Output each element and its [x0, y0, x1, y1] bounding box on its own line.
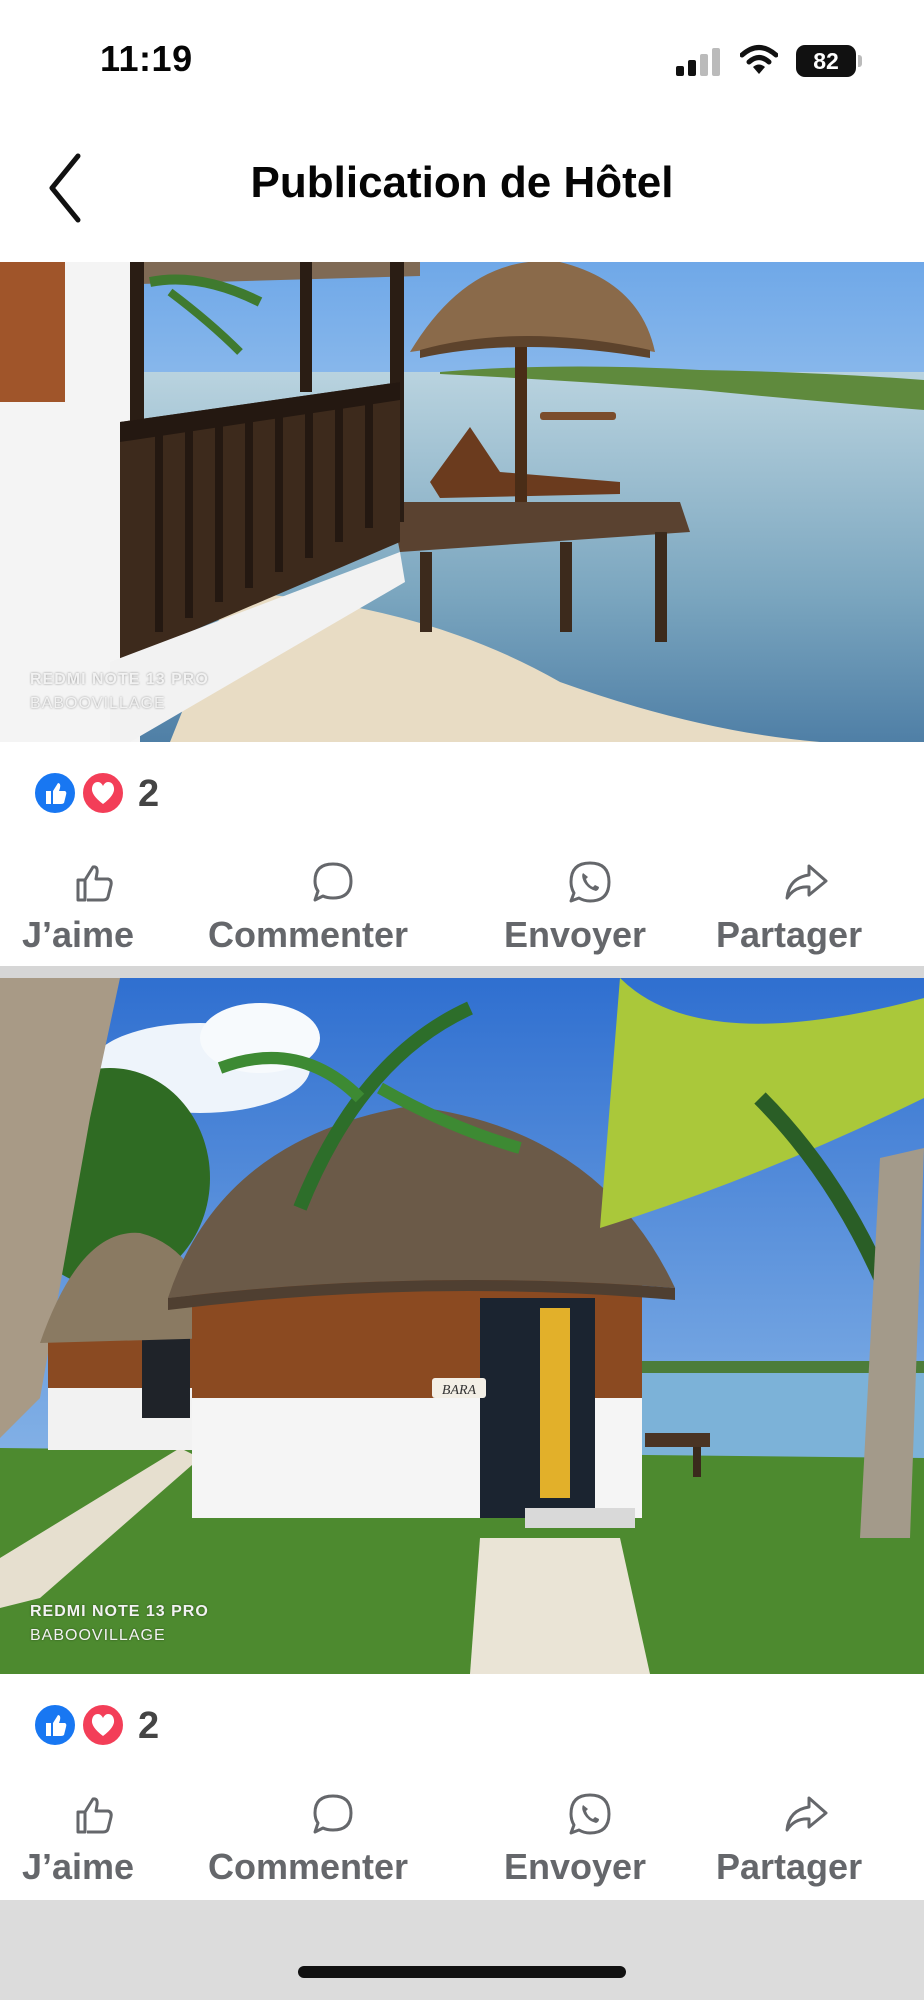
whatsapp-icon [569, 1793, 611, 1835]
send-button[interactable]: Envoyer [504, 1784, 684, 1894]
whatsapp-icon [569, 861, 611, 903]
share-label: Partager [716, 1846, 863, 1887]
home-indicator-area [0, 1900, 924, 2000]
page-title: Publication de Hôtel [250, 158, 674, 207]
comment-button[interactable]: Commenter [208, 1784, 458, 1894]
nav-header: Publication de Hôtel [0, 120, 924, 262]
post-actions: J’aime Commenter Envoyer Partager [0, 1784, 924, 1894]
heart-reaction-icon [80, 1702, 126, 1748]
comment-button[interactable]: Commenter [208, 852, 458, 962]
status-time: 11:19 [100, 38, 193, 79]
like-reaction-icon [32, 770, 78, 816]
send-button[interactable]: Envoyer [504, 852, 684, 962]
heart-reaction-icon [80, 770, 126, 816]
like-button[interactable]: J’aime [22, 1784, 172, 1894]
photo-watermark-owner: BABOOVILLAGE [30, 1627, 166, 1644]
thumbs-up-icon [76, 1797, 113, 1834]
speech-bubble-icon [313, 862, 353, 902]
share-arrow-icon [785, 1796, 828, 1832]
hut-name-sign: BARA [442, 1383, 477, 1398]
wifi-icon [740, 45, 778, 74]
home-indicator[interactable] [298, 1966, 626, 1978]
share-button[interactable]: Partager [716, 1784, 902, 1894]
post-actions: J’aime Commenter Envoyer Partager [0, 852, 924, 962]
post-card: REDMI NOTE 13 PRO BABOOVILLAGE 2 J’aime [0, 262, 924, 966]
like-label: J’aime [22, 914, 135, 955]
status-bar: 11:19 82 [0, 0, 924, 120]
photo-watermark-owner: BABOOVILLAGE [30, 695, 166, 712]
thumbs-up-icon [76, 865, 113, 902]
reaction-count: 2 [138, 1705, 160, 1747]
like-label: J’aime [22, 1846, 135, 1887]
post-photo[interactable]: BARA REDMI NOTE 13 PRO BABOOVILLAGE [0, 978, 924, 1674]
send-label: Envoyer [504, 914, 647, 955]
like-button[interactable]: J’aime [22, 852, 172, 962]
post-divider [0, 966, 924, 978]
send-label: Envoyer [504, 1846, 647, 1887]
speech-bubble-icon [313, 1794, 353, 1834]
share-button[interactable]: Partager [716, 852, 902, 962]
battery-level: 82 [813, 48, 839, 74]
photo-watermark-device: REDMI NOTE 13 PRO [30, 1603, 209, 1620]
share-label: Partager [716, 914, 863, 955]
post-photo[interactable]: REDMI NOTE 13 PRO BABOOVILLAGE [0, 262, 924, 742]
share-arrow-icon [785, 864, 828, 900]
reaction-count: 2 [138, 773, 160, 815]
comment-label: Commenter [208, 1846, 409, 1887]
cellular-signal-icon [676, 48, 720, 76]
bungalow-photo: BARA [0, 978, 924, 1674]
comment-label: Commenter [208, 914, 409, 955]
battery-icon: 82 [796, 45, 862, 77]
post-card: BARA REDMI NOTE 13 PRO BABOOVILLAGE 2 J’… [0, 978, 924, 1900]
photo-watermark-device: REDMI NOTE 13 PRO [30, 671, 209, 688]
like-reaction-icon [32, 1702, 78, 1748]
